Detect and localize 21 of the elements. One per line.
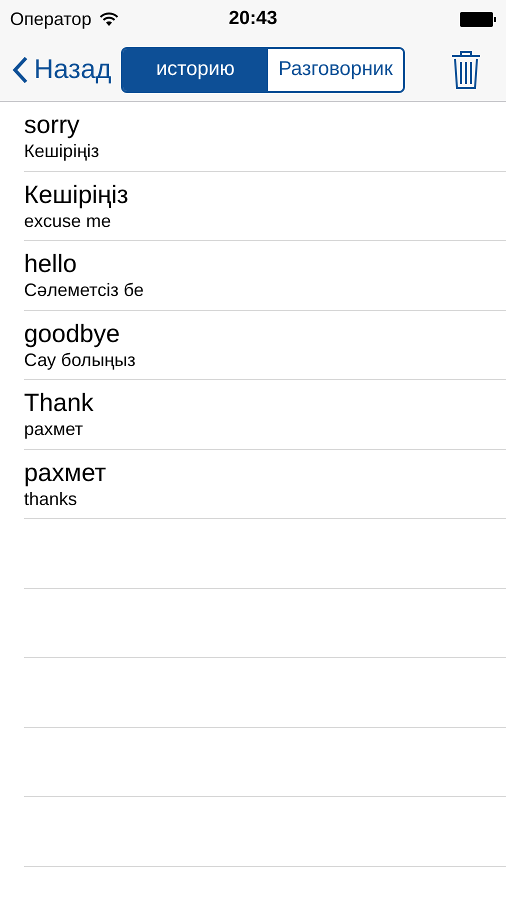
phrase-text: goodbye bbox=[24, 318, 121, 349]
translation-text: Сәлеметсіз бе bbox=[24, 279, 145, 302]
translation-text: Сау болыңыз bbox=[24, 348, 137, 371]
phrase-text: sorry bbox=[24, 110, 81, 140]
battery-icon bbox=[460, 12, 496, 26]
phrase-text: Кешіріңіз bbox=[24, 180, 130, 210]
translation-text: thanks bbox=[24, 488, 78, 510]
segment-tab[interactable]: Разговорник bbox=[267, 48, 403, 90]
back-button[interactable]: Назад bbox=[12, 54, 112, 85]
segment-tab[interactable]: историю bbox=[123, 48, 268, 90]
clock-time: 20:43 bbox=[228, 8, 278, 29]
phrase-text: hello bbox=[24, 249, 78, 280]
translation-text: excuse me bbox=[24, 210, 112, 232]
carrier-name: Оператор bbox=[10, 8, 92, 30]
trash-icon[interactable] bbox=[450, 50, 482, 90]
translation-text: Кешіріңіз bbox=[24, 140, 100, 162]
phrase-text: рахмет bbox=[24, 458, 108, 488]
chevron-left-icon bbox=[12, 56, 28, 84]
phrase-text: Thank bbox=[24, 388, 94, 418]
translation-text: рахмет bbox=[24, 418, 84, 440]
wifi-icon bbox=[99, 12, 120, 26]
